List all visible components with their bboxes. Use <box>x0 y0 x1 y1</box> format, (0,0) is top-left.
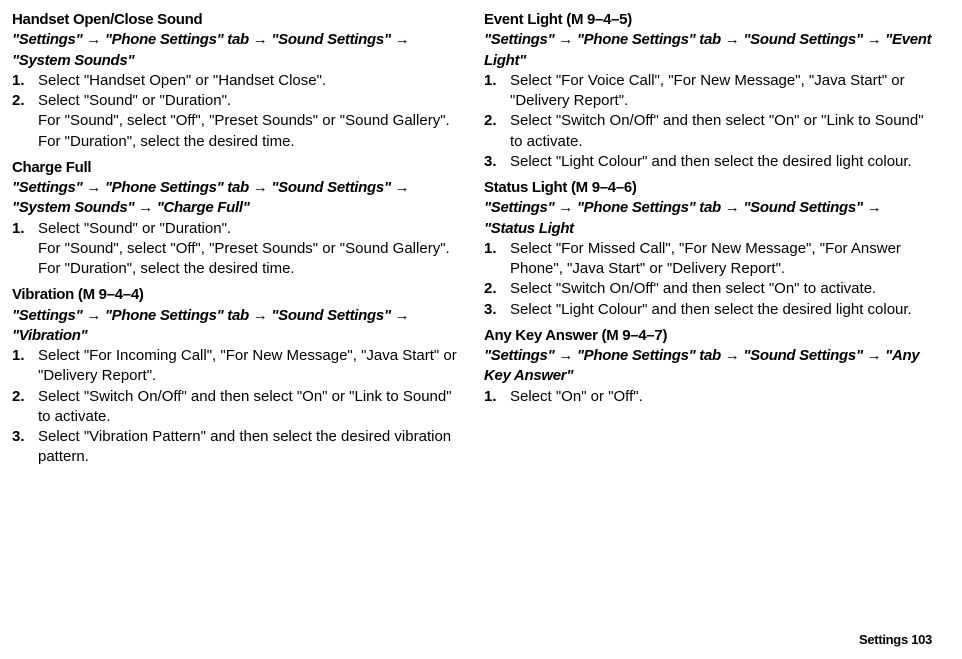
step-number: 2. <box>484 279 510 299</box>
nav-path: "Settings" → "Phone Settings" tab → "Sou… <box>484 30 932 71</box>
step-number: 2. <box>484 111 510 131</box>
step: 1.Select "For Missed Call", "For New Mes… <box>484 239 932 280</box>
step-number: 1. <box>484 239 510 259</box>
nav-path: "Settings" → "Phone Settings" tab → "Sou… <box>12 306 460 347</box>
nav-path: "Settings" → "Phone Settings" tab → "Sou… <box>484 346 932 387</box>
step-text: Select "Light Colour" and then select th… <box>510 300 932 320</box>
step-number: 2. <box>12 91 38 111</box>
nav-path: "Settings" → "Phone Settings" tab → "Sou… <box>12 30 460 71</box>
steps-list: 1.Select "For Voice Call", "For New Mess… <box>484 71 932 172</box>
step: 3.Select "Vibration Pattern" and then se… <box>12 427 460 468</box>
step-text: Select "Switch On/Off" and then select "… <box>38 387 460 428</box>
step-text: Select "For Voice Call", "For New Messag… <box>510 71 932 112</box>
step-text: Select "Sound" or "Duration". For "Sound"… <box>38 91 460 152</box>
step-number: 1. <box>12 219 38 239</box>
heading-text: Event Light <box>484 11 562 28</box>
nav-path: "Settings" → "Phone Settings" tab → "Sou… <box>12 178 460 219</box>
heading-text: Vibration <box>12 286 74 303</box>
heading-text: Any Key Answer <box>484 327 598 344</box>
step-main: Select "Sound" or "Duration". <box>38 92 231 109</box>
step-text: Select "Sound" or "Duration". For "Sound"… <box>38 219 460 280</box>
step-text: Select "Switch On/Off" and then select "… <box>510 111 932 152</box>
step-text: Select "For Incoming Call", "For New Mes… <box>38 346 460 387</box>
step-sub: For "Sound", select "Off", "Preset Sound… <box>38 239 460 259</box>
step-number: 3. <box>12 427 38 447</box>
steps-list: 1.Select "For Missed Call", "For New Mes… <box>484 239 932 320</box>
step: 1.Select "Sound" or "Duration". For "Soun… <box>12 219 460 280</box>
step: 2.Select "Switch On/Off" and then select… <box>484 279 932 299</box>
step-main: Select "Sound" or "Duration". <box>38 220 231 237</box>
step-number: 3. <box>484 300 510 320</box>
step-sub: For "Duration", select the desired time. <box>38 259 460 279</box>
menu-code: (M 9–4–5) <box>566 11 632 28</box>
menu-code: (M 9–4–6) <box>571 179 637 196</box>
step: 2.Select "Switch On/Off" and then select… <box>12 387 460 428</box>
step-text: Select "For Missed Call", "For New Messa… <box>510 239 932 280</box>
heading-handset-open-close: Handset Open/Close Sound <box>12 10 460 30</box>
heading-charge-full: Charge Full <box>12 158 460 178</box>
step: 1.Select "Handset Open" or "Handset Clos… <box>12 71 460 91</box>
step: 3.Select "Light Colour" and then select … <box>484 300 932 320</box>
menu-code: (M 9–4–7) <box>602 327 668 344</box>
step-number: 1. <box>12 71 38 91</box>
menu-code: (M 9–4–4) <box>78 286 144 303</box>
page-footer: Settings 103 <box>859 631 932 649</box>
step: 1.Select "For Incoming Call", "For New M… <box>12 346 460 387</box>
step-text: Select "Handset Open" or "Handset Close"… <box>38 71 460 91</box>
steps-list: 1.Select "Sound" or "Duration". For "Soun… <box>12 219 460 280</box>
step-sub: For "Duration", select the desired time. <box>38 132 460 152</box>
step-number: 1. <box>484 387 510 407</box>
step: 2.Select "Switch On/Off" and then select… <box>484 111 932 152</box>
step-number: 3. <box>484 152 510 172</box>
heading-text: Status Light <box>484 179 567 196</box>
right-column: Event Light (M 9–4–5) "Settings" → "Phon… <box>484 6 932 474</box>
step: 1.Select "For Voice Call", "For New Mess… <box>484 71 932 112</box>
step: 2.Select "Sound" or "Duration". For "Soun… <box>12 91 460 152</box>
step: 3.Select "Light Colour" and then select … <box>484 152 932 172</box>
steps-list: 1.Select "Handset Open" or "Handset Clos… <box>12 71 460 152</box>
heading-any-key-answer: Any Key Answer (M 9–4–7) <box>484 326 932 346</box>
step-number: 1. <box>12 346 38 366</box>
step-text: Select "Vibration Pattern" and then sele… <box>38 427 460 468</box>
step-text: Select "Switch On/Off" and then select "… <box>510 279 932 299</box>
page-content: Handset Open/Close Sound "Settings" → "P… <box>0 0 962 474</box>
heading-status-light: Status Light (M 9–4–6) <box>484 178 932 198</box>
heading-event-light: Event Light (M 9–4–5) <box>484 10 932 30</box>
step-text: Select "Light Colour" and then select th… <box>510 152 932 172</box>
nav-path: "Settings" → "Phone Settings" tab → "Sou… <box>484 198 932 239</box>
step-text: Select "On" or "Off". <box>510 387 932 407</box>
step-number: 2. <box>12 387 38 407</box>
step-number: 1. <box>484 71 510 91</box>
left-column: Handset Open/Close Sound "Settings" → "P… <box>12 6 460 474</box>
steps-list: 1.Select "For Incoming Call", "For New M… <box>12 346 460 468</box>
step-sub: For "Sound", select "Off", "Preset Sound… <box>38 111 460 131</box>
step: 1.Select "On" or "Off". <box>484 387 932 407</box>
steps-list: 1.Select "On" or "Off". <box>484 387 932 407</box>
heading-vibration: Vibration (M 9–4–4) <box>12 285 460 305</box>
